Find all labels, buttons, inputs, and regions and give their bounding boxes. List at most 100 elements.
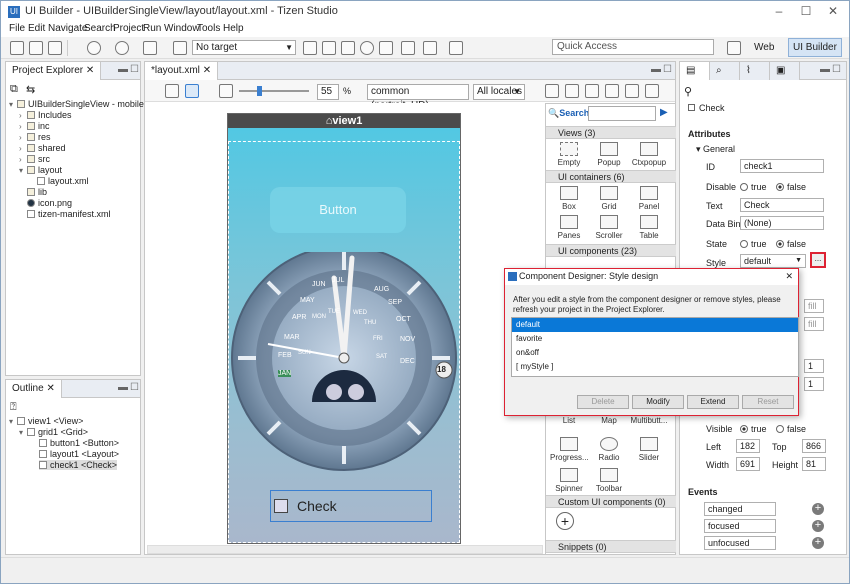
list-item[interactable]: ▾ layout: [19, 165, 62, 176]
fit-icon[interactable]: [219, 84, 233, 98]
add-event-icon[interactable]: +: [812, 503, 824, 515]
disable-false-radio[interactable]: false: [776, 182, 806, 192]
perspective-ui-builder[interactable]: UI Builder: [788, 38, 842, 57]
list-item[interactable]: › Includes: [19, 110, 72, 121]
palette-item-radio[interactable]: Radio: [590, 437, 628, 462]
modify-button[interactable]: Modify: [632, 395, 684, 409]
menu-edit[interactable]: Edit: [28, 23, 45, 34]
close-icon[interactable]: ✕: [46, 383, 54, 394]
list-item[interactable]: › inc: [19, 121, 50, 132]
state-true-radio[interactable]: true: [740, 239, 767, 249]
close-icon[interactable]: ✕: [86, 65, 94, 76]
list-item[interactable]: [ myStyle ]: [512, 360, 798, 374]
palette-category-components[interactable]: UI components (23): [546, 244, 676, 257]
palette-item-table[interactable]: Table: [630, 215, 668, 240]
extend-button[interactable]: Extend: [687, 395, 739, 409]
collapse-all-icon[interactable]: ⧉: [10, 83, 18, 96]
close-button[interactable]: ✕: [823, 4, 843, 20]
preview-check[interactable]: Check: [270, 490, 432, 522]
menu-tools[interactable]: Tools: [197, 23, 220, 34]
list-item[interactable]: ▾ grid1 <Grid>: [19, 427, 88, 438]
list-item[interactable]: › src: [19, 154, 50, 165]
event-unfocused[interactable]: unfocused: [704, 536, 776, 550]
menu-file[interactable]: File: [9, 23, 25, 34]
add-event-icon[interactable]: +: [812, 520, 824, 532]
perspective-web[interactable]: Web: [749, 38, 779, 57]
menu-help[interactable]: Help: [223, 23, 244, 34]
delete-button[interactable]: Delete: [577, 395, 629, 409]
list-item[interactable]: tizen-manifest.xml: [27, 209, 111, 219]
tab-outline[interactable]: Outline ✕: [6, 380, 62, 398]
section-general[interactable]: ▾ General: [696, 144, 735, 155]
ruler-icon[interactable]: [625, 84, 639, 98]
list-item[interactable]: favorite: [512, 332, 798, 346]
snap-icon[interactable]: [605, 84, 619, 98]
menu-navigate[interactable]: Navigate: [48, 23, 87, 34]
fill-input[interactable]: fill: [804, 299, 824, 313]
new-icon[interactable]: [10, 41, 24, 55]
minimize-icon[interactable]: ▬: [820, 64, 830, 75]
palette-category-custom[interactable]: Custom UI components (0): [546, 495, 676, 508]
zoom-slider-handle[interactable]: [257, 86, 262, 96]
list-item[interactable]: on&off: [512, 346, 798, 360]
palette-item-popup[interactable]: Popup: [590, 142, 628, 167]
palette-item-ctxpopup[interactable]: Ctxpopup: [630, 142, 668, 167]
event-focused[interactable]: focused: [704, 519, 776, 533]
state-false-radio[interactable]: false: [776, 239, 806, 249]
zoom-slider[interactable]: [239, 90, 309, 92]
tab-attach[interactable]: ⌇: [740, 62, 770, 80]
list-item[interactable]: default: [512, 318, 798, 332]
grid-icon[interactable]: [585, 84, 599, 98]
print-icon[interactable]: [48, 41, 62, 55]
pin-icon[interactable]: ⚲: [684, 85, 692, 98]
height-input[interactable]: 81: [802, 457, 826, 471]
minimize-icon[interactable]: ▬: [651, 64, 661, 75]
export-icon[interactable]: [645, 84, 659, 98]
tab-find[interactable]: ⌕: [710, 62, 740, 80]
palette-item-grid[interactable]: Grid: [590, 186, 628, 211]
save-icon[interactable]: [29, 41, 43, 55]
list-icon[interactable]: [303, 41, 317, 55]
run-icon[interactable]: [115, 41, 129, 55]
open-perspective-icon[interactable]: [727, 41, 741, 55]
list-item[interactable]: ▾ UIBuilderSingleView - mobile-4.0: [9, 99, 159, 110]
design-view-icon[interactable]: [165, 84, 179, 98]
style-edit-button[interactable]: ...: [810, 252, 826, 268]
palette-category-views[interactable]: Views (3): [546, 126, 676, 139]
fill-input[interactable]: fill: [804, 317, 824, 331]
minimize-button[interactable]: –: [769, 4, 789, 20]
select-mode-icon[interactable]: [185, 84, 199, 98]
databind-input[interactable]: (None): [740, 216, 824, 230]
weight-input[interactable]: 1: [804, 359, 824, 373]
profile-select[interactable]: common (portrait_HD)▼: [367, 84, 469, 111]
preview-button[interactable]: Button: [270, 187, 406, 233]
text-input[interactable]: Check: [740, 198, 824, 212]
maximize-button[interactable]: ☐: [796, 4, 816, 20]
zoom-input[interactable]: 55: [317, 84, 339, 100]
reset-button[interactable]: Reset: [742, 395, 794, 409]
search-go-icon[interactable]: ▶: [660, 107, 668, 118]
checkbox-square[interactable]: [274, 499, 288, 513]
menu-run[interactable]: Run: [143, 23, 161, 34]
menu-project[interactable]: Project: [113, 23, 144, 34]
maximize-icon[interactable]: ☐: [130, 382, 139, 393]
palette-item-box[interactable]: Box: [550, 186, 588, 211]
debug-icon[interactable]: [87, 41, 101, 55]
palette-item-spinner[interactable]: Spinner: [550, 468, 588, 493]
palette-item-multibutton[interactable]: Multibutt...: [630, 416, 668, 425]
add-custom-component-button[interactable]: +: [556, 512, 574, 530]
list-item[interactable]: layout.xml: [37, 176, 89, 186]
list-item[interactable]: check1 <Check>: [39, 460, 118, 470]
list-item[interactable]: › res: [19, 132, 51, 143]
list-item[interactable]: layout1 <Layout>: [39, 449, 119, 459]
locale-select[interactable]: All locales ▼: [473, 84, 525, 100]
visible-true-radio[interactable]: true: [740, 424, 767, 434]
close-icon[interactable]: ✕: [203, 65, 211, 76]
connection-icon[interactable]: [173, 41, 187, 55]
left-input[interactable]: 182: [736, 439, 760, 453]
list-item[interactable]: › shared: [19, 143, 66, 154]
certificate-icon[interactable]: [360, 41, 374, 55]
id-input[interactable]: check1: [740, 159, 824, 173]
maximize-icon[interactable]: ☐: [663, 64, 672, 75]
palette-item-map[interactable]: Map: [590, 416, 628, 425]
